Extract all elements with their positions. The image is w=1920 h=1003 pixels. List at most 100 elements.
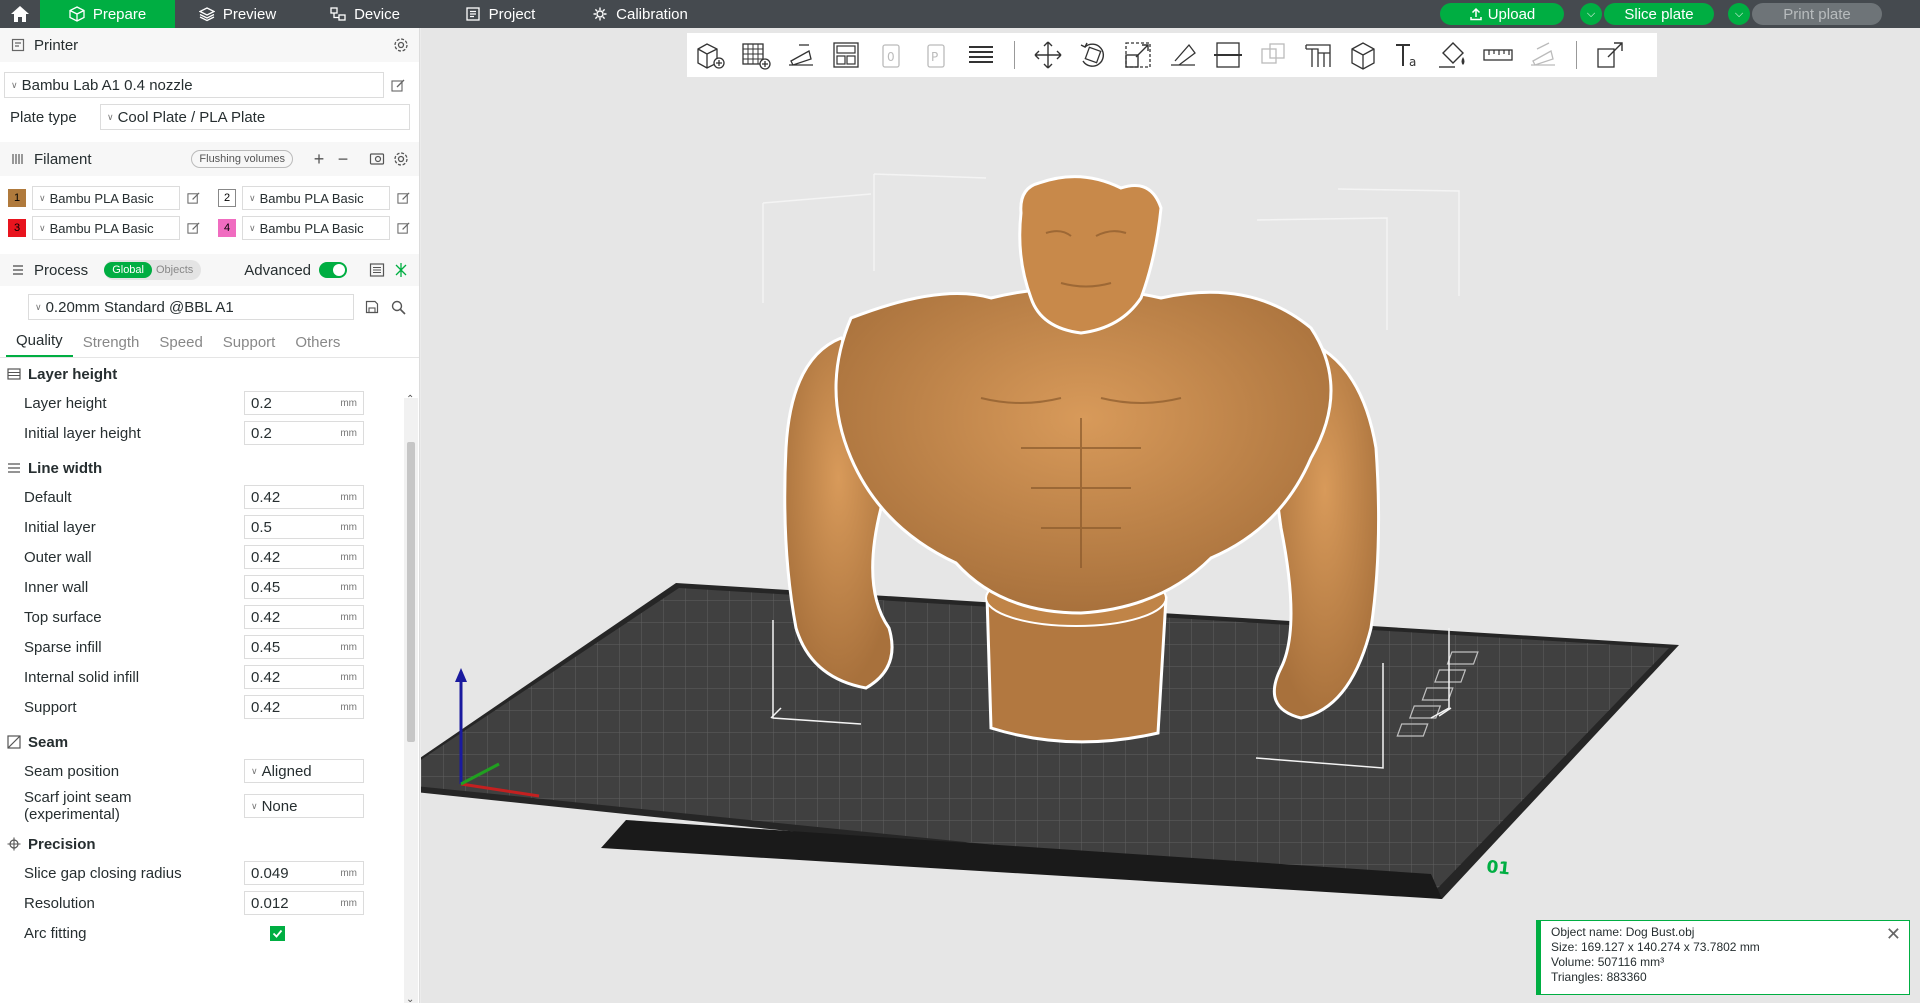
add-plate-button[interactable] — [738, 37, 774, 73]
sync-icon[interactable] — [369, 151, 385, 167]
line-width-inner-wall-input[interactable]: 0.45 mm — [244, 575, 364, 599]
line-width-sparse-infill-input[interactable]: 0.45 mm — [244, 635, 364, 659]
close-icon[interactable]: ✕ — [1886, 925, 1901, 943]
line-width-initial-layer-input[interactable]: 0.5 mm — [244, 515, 364, 539]
tab-project[interactable]: Project — [430, 0, 570, 28]
filament-section-header: Filament Flushing volumes + − — [0, 142, 419, 176]
value: None — [261, 797, 298, 815]
objects-option[interactable]: Objects — [152, 262, 201, 278]
tab-prepare[interactable]: Prepare — [40, 0, 175, 28]
tab-strength[interactable]: Strength — [73, 334, 150, 357]
filament-select[interactable]: ∨ Bambu PLA Basic — [32, 216, 180, 240]
search-icon[interactable] — [390, 299, 406, 315]
filament-icon — [10, 151, 26, 167]
line-width-default-input[interactable]: 0.42 mm — [244, 485, 364, 509]
scarf-label-line1: Scarf joint seam — [24, 789, 132, 806]
filament-select[interactable]: ∨ Bambu PLA Basic — [242, 216, 390, 240]
process-preset-select[interactable]: ∨ 0.20mm Standard @BBL A1 — [28, 294, 354, 320]
compare-icon[interactable] — [393, 262, 409, 278]
setting-label: Resolution — [24, 894, 95, 912]
advanced-toggle[interactable] — [319, 262, 347, 278]
explode-button[interactable] — [1592, 37, 1628, 73]
upload-button[interactable]: Upload — [1440, 3, 1564, 25]
filament-name: Bambu PLA Basic — [259, 190, 364, 206]
measure-button[interactable] — [1480, 37, 1516, 73]
edit-icon[interactable] — [186, 190, 202, 206]
line-width-outer-wall-input[interactable]: 0.42 mm — [244, 545, 364, 569]
edit-icon[interactable] — [390, 77, 406, 93]
tab-quality[interactable]: Quality — [6, 332, 73, 357]
tab-others[interactable]: Others — [285, 334, 350, 357]
edit-icon[interactable] — [396, 190, 412, 206]
lay-on-face-button[interactable] — [1165, 37, 1201, 73]
list-icon[interactable] — [369, 262, 385, 278]
cut-button[interactable] — [1210, 37, 1246, 73]
layers-editor-button[interactable] — [963, 37, 999, 73]
tab-preview[interactable]: Preview — [175, 0, 300, 28]
plate-type-select[interactable]: ∨ Cool Plate / PLA Plate — [100, 104, 410, 130]
filament-color-swatch[interactable]: 3 — [8, 219, 26, 237]
copy-button[interactable]: 0 — [873, 37, 909, 73]
gear-icon[interactable] — [393, 37, 409, 53]
printer-select[interactable]: ∨ Bambu Lab A1 0.4 nozzle — [4, 72, 384, 98]
group-title: Layer height — [28, 365, 118, 383]
arrange-button[interactable] — [828, 37, 864, 73]
tab-support[interactable]: Support — [213, 334, 286, 357]
color-paint-button[interactable] — [1435, 37, 1471, 73]
arc-fitting-checkbox[interactable] — [270, 925, 285, 941]
remove-icon[interactable]: − — [335, 149, 351, 169]
slice-plate-button[interactable]: Slice plate — [1604, 3, 1714, 25]
scroll-up-icon[interactable]: ⌃ — [406, 394, 414, 405]
seam-position-select[interactable]: ∨ Aligned — [244, 759, 364, 783]
assembly-button[interactable] — [1525, 37, 1561, 73]
print-dropdown-button[interactable]: ⌵ — [1728, 3, 1750, 25]
scarf-joint-seam-select[interactable]: ∨ None — [244, 794, 364, 818]
text-button[interactable]: a — [1390, 37, 1426, 73]
edit-icon[interactable] — [396, 220, 412, 236]
layer-height-icon — [6, 366, 22, 382]
line-width-top-surface-input[interactable]: 0.42 mm — [244, 605, 364, 629]
settings-sidebar: Printer ∨ Bambu Lab A1 0.4 nozzle Plate … — [0, 28, 420, 1003]
tab-speed[interactable]: Speed — [149, 334, 212, 357]
filament-color-swatch[interactable]: 1 — [8, 189, 26, 207]
scale-button[interactable] — [1120, 37, 1156, 73]
home-button[interactable] — [0, 0, 40, 28]
advanced-label: Advanced — [244, 261, 311, 279]
setting-row: Seam position ∨ Aligned — [0, 756, 419, 786]
initial-layer-height-input[interactable]: 0.2 mm — [244, 421, 364, 445]
support-paint-button[interactable] — [1300, 37, 1336, 73]
filament-select[interactable]: ∨ Bambu PLA Basic — [32, 186, 180, 210]
rotate-button[interactable] — [1075, 37, 1111, 73]
layer-height-input[interactable]: 0.2 mm — [244, 391, 364, 415]
line-width-support-input[interactable]: 0.42 mm — [244, 695, 364, 719]
move-button[interactable] — [1030, 37, 1066, 73]
resolution-input[interactable]: 0.012 mm — [244, 891, 364, 915]
slice-gap-closing-radius-input[interactable]: 0.049 mm — [244, 861, 364, 885]
global-option[interactable]: Global — [104, 262, 152, 278]
slice-dropdown-button[interactable]: ⌵ — [1580, 3, 1602, 25]
tab-calibration[interactable]: Calibration — [570, 0, 710, 28]
scrollbar-thumb[interactable] — [407, 442, 415, 742]
boolean-button[interactable] — [1255, 37, 1291, 73]
save-icon[interactable] — [364, 299, 380, 315]
seam-paint-button[interactable] — [1345, 37, 1381, 73]
add-object-button[interactable] — [693, 37, 729, 73]
tab-device[interactable]: Device — [300, 0, 430, 28]
3d-viewport[interactable]: 01 0 P a ✕ Object name: Dog Bust.obj Siz… — [421, 28, 1920, 1003]
print-plate-button[interactable]: Print plate — [1752, 3, 1882, 25]
edit-icon[interactable] — [186, 220, 202, 236]
flushing-volumes-button[interactable]: Flushing volumes — [191, 150, 293, 168]
setting-label: Layer height — [24, 394, 107, 412]
settings-scrollbar[interactable]: ⌃ ⌄ — [404, 394, 418, 1003]
value: 0.45 — [251, 638, 281, 656]
global-objects-toggle[interactable]: Global Objects — [104, 260, 202, 280]
line-width-internal-solid-infill-input[interactable]: 0.42 mm — [244, 665, 364, 689]
auto-orient-button[interactable] — [783, 37, 819, 73]
gear-icon[interactable] — [393, 151, 409, 167]
filament-color-swatch[interactable]: 2 — [218, 189, 236, 207]
scroll-down-icon[interactable]: ⌄ — [406, 994, 414, 1003]
paste-button[interactable]: P — [918, 37, 954, 73]
add-icon[interactable]: + — [311, 149, 327, 169]
filament-select[interactable]: ∨ Bambu PLA Basic — [242, 186, 390, 210]
filament-color-swatch[interactable]: 4 — [218, 219, 236, 237]
